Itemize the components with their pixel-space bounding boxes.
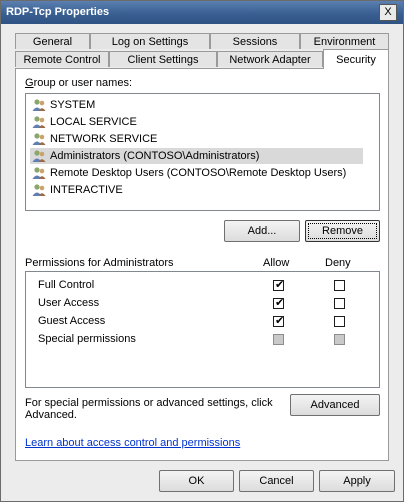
permission-label: User Access	[38, 297, 100, 309]
tab-remote-control[interactable]: Remote Control	[15, 51, 109, 67]
advanced-button[interactable]: Advanced	[290, 394, 380, 416]
check-icon: ✔	[275, 297, 285, 309]
list-item[interactable]: INTERACTIVE	[30, 182, 363, 198]
allow-checkbox[interactable]: ✔	[273, 297, 285, 309]
users-icon	[32, 150, 46, 162]
tab-environment[interactable]: Environment	[300, 33, 389, 49]
deny-checkbox[interactable]	[334, 280, 345, 291]
permission-label: Special permissions	[38, 333, 136, 345]
tab-row-back: General Log on Settings Sessions Environ…	[15, 33, 389, 50]
ok-button[interactable]: OK	[159, 470, 234, 492]
group-label: Group or user names:	[25, 77, 132, 89]
tab-sessions[interactable]: Sessions	[210, 33, 300, 49]
permission-label: Guest Access	[38, 315, 106, 327]
list-item[interactable]: NETWORK SERVICE	[30, 131, 363, 147]
allow-column-header: Allow	[263, 257, 290, 269]
deny-checkbox[interactable]	[334, 298, 345, 309]
tab-security[interactable]: Security	[323, 49, 389, 69]
tab-row-front: Remote Control Client Settings Network A…	[15, 49, 389, 69]
tab-log-on-settings[interactable]: Log on Settings	[90, 33, 210, 49]
tab-client-settings[interactable]: Client Settings	[109, 51, 217, 67]
check-icon: ✔	[275, 279, 285, 291]
allow-checkbox[interactable]: ✔	[273, 315, 285, 327]
list-item[interactable]: Remote Desktop Users (CONTOSO\Remote Des…	[30, 165, 363, 181]
add-button[interactable]: Add...	[224, 220, 300, 242]
allow-checkbox-disabled	[273, 334, 284, 345]
users-icon	[32, 184, 46, 196]
list-item[interactable]: SYSTEM	[30, 97, 363, 113]
users-icon	[32, 167, 46, 179]
group-user-list[interactable]: SYSTEM LOCAL SERVICE NETWORK SERVICE Adm…	[25, 93, 380, 211]
list-item[interactable]: LOCAL SERVICE	[30, 114, 363, 130]
deny-column-header: Deny	[325, 257, 351, 269]
allow-checkbox[interactable]: ✔	[273, 279, 285, 291]
properties-dialog: RDP-Tcp Properties X General Log on Sett…	[0, 0, 404, 502]
users-icon	[32, 99, 46, 111]
advanced-description-line2: Advanced.	[25, 409, 77, 421]
close-button[interactable]: X	[379, 4, 397, 21]
remove-button[interactable]: Remove	[305, 220, 380, 242]
tab-network-adapter[interactable]: Network Adapter	[217, 51, 323, 67]
learn-more-link[interactable]: Learn about access control and permissio…	[25, 437, 240, 449]
tab-general[interactable]: General	[15, 33, 90, 49]
users-icon	[32, 116, 46, 128]
title-bar: RDP-Tcp Properties X	[1, 1, 403, 24]
deny-checkbox[interactable]	[334, 316, 345, 327]
users-icon	[32, 133, 46, 145]
apply-button[interactable]: Apply	[319, 470, 395, 492]
cancel-button[interactable]: Cancel	[239, 470, 314, 492]
list-item-selected[interactable]: Administrators (CONTOSO\Administrators)	[30, 148, 363, 164]
permissions-list: Full Control ✔ User Access ✔ Guest Acces…	[25, 271, 380, 388]
permission-label: Full Control	[38, 279, 95, 291]
window-title: RDP-Tcp Properties	[6, 6, 110, 18]
check-icon: ✔	[275, 315, 285, 327]
advanced-description-line1: For special permissions or advanced sett…	[25, 397, 273, 409]
deny-checkbox-disabled	[334, 334, 345, 345]
permissions-header: Permissions for Administrators	[25, 257, 174, 269]
